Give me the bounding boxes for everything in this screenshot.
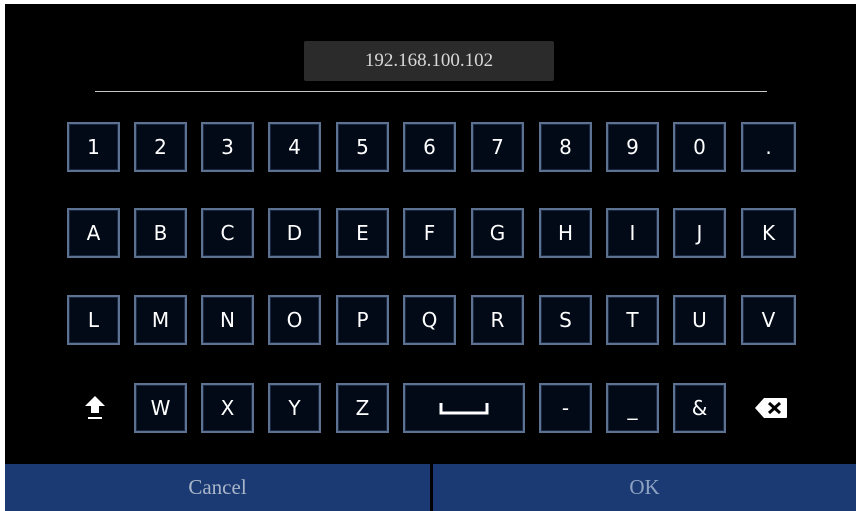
- key-6[interactable]: 6: [403, 122, 456, 172]
- shift-icon: [85, 396, 105, 419]
- key-g[interactable]: G: [471, 208, 524, 258]
- key-o[interactable]: O: [268, 295, 321, 345]
- key-0[interactable]: 0: [673, 122, 726, 172]
- key-3[interactable]: 3: [201, 122, 254, 172]
- key-k[interactable]: K: [741, 208, 796, 258]
- key-underscore[interactable]: _: [606, 383, 659, 433]
- key-s[interactable]: S: [539, 295, 592, 345]
- key-x[interactable]: X: [201, 383, 254, 433]
- key-ampersand[interactable]: &: [673, 383, 726, 433]
- key-w[interactable]: W: [134, 383, 187, 433]
- key-i[interactable]: I: [606, 208, 659, 258]
- key-p[interactable]: P: [336, 295, 389, 345]
- key-t[interactable]: T: [606, 295, 659, 345]
- key-a[interactable]: A: [67, 208, 120, 258]
- ok-button[interactable]: OK: [433, 464, 856, 511]
- space-bar-icon: [439, 403, 489, 415]
- space-key[interactable]: [403, 383, 525, 433]
- backspace-key[interactable]: [746, 383, 796, 433]
- key-b[interactable]: B: [134, 208, 187, 258]
- key-m[interactable]: M: [134, 295, 187, 345]
- key-5[interactable]: 5: [336, 122, 389, 172]
- key-e[interactable]: E: [336, 208, 389, 258]
- key-v[interactable]: V: [741, 295, 796, 345]
- key-4[interactable]: 4: [268, 122, 321, 172]
- key-r[interactable]: R: [471, 295, 524, 345]
- key-j[interactable]: J: [673, 208, 726, 258]
- backspace-icon: [755, 398, 787, 418]
- cancel-button[interactable]: Cancel: [5, 464, 430, 511]
- key-n[interactable]: N: [201, 295, 254, 345]
- key-q[interactable]: Q: [403, 295, 456, 345]
- key-z[interactable]: Z: [336, 383, 389, 433]
- key-f[interactable]: F: [403, 208, 456, 258]
- key-l[interactable]: L: [67, 295, 120, 345]
- key-h[interactable]: H: [539, 208, 592, 258]
- key-7[interactable]: 7: [471, 122, 524, 172]
- key-c[interactable]: C: [201, 208, 254, 258]
- key-period[interactable]: .: [741, 122, 796, 172]
- key-8[interactable]: 8: [539, 122, 592, 172]
- shift-key[interactable]: [70, 383, 120, 433]
- key-1[interactable]: 1: [67, 122, 120, 172]
- key-2[interactable]: 2: [134, 122, 187, 172]
- key-y[interactable]: Y: [268, 383, 321, 433]
- input-underline: [95, 91, 767, 92]
- key-d[interactable]: D: [268, 208, 321, 258]
- ip-address-input[interactable]: 192.168.100.102: [304, 41, 554, 81]
- key-hyphen[interactable]: -: [539, 383, 592, 433]
- key-u[interactable]: U: [673, 295, 726, 345]
- key-9[interactable]: 9: [606, 122, 659, 172]
- bottom-action-bar: Cancel OK: [5, 464, 856, 511]
